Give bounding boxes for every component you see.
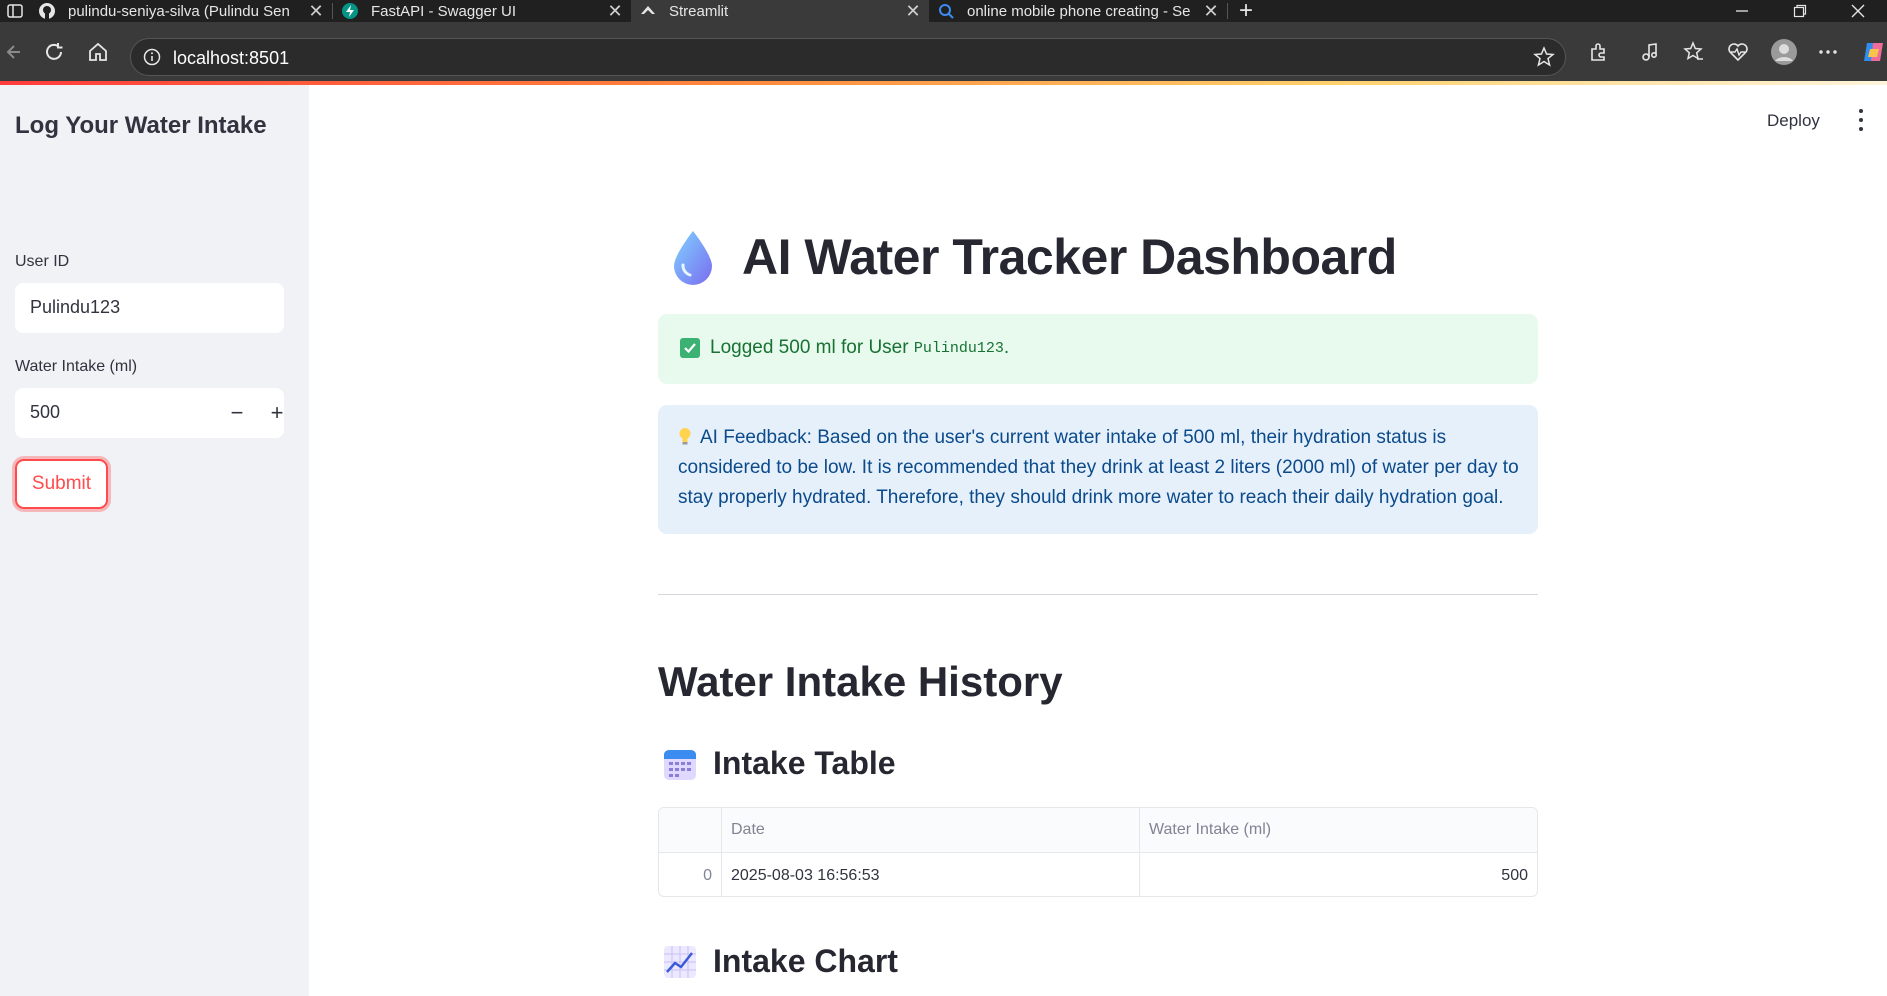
intake-table-heading: Intake Table	[663, 745, 896, 782]
restore-icon[interactable]	[1771, 0, 1829, 22]
close-icon[interactable]: ✕	[607, 1, 623, 22]
water-intake-input[interactable]	[30, 402, 190, 423]
success-alert: Logged 500 ml for User Pulindu123 .	[658, 314, 1538, 384]
url-text: localhost:8501	[173, 48, 290, 68]
user-id-field[interactable]	[15, 283, 284, 333]
check-mark-icon	[680, 338, 700, 358]
browser-tab-bar: pulindu-seniya-silva (Pulindu Sen ✕ Fast…	[0, 0, 1887, 24]
close-icon[interactable]: ✕	[1203, 1, 1219, 22]
close-window-icon[interactable]	[1829, 0, 1887, 22]
browser-tab-search[interactable]: online mobile phone creating - Se ✕	[929, 0, 1227, 22]
water-drop-icon	[674, 231, 712, 285]
main-menu-icon[interactable]	[1853, 109, 1869, 131]
decrement-button[interactable]: −	[222, 398, 252, 428]
table-header-row: Date Water Intake (ml)	[659, 808, 1537, 853]
streamlit-icon	[639, 2, 657, 20]
date-cell[interactable]: 2025-08-03 16:56:53	[722, 853, 1140, 896]
water-intake-stepper[interactable]: − +	[15, 388, 284, 438]
ai-feedback-text: AI Feedback: Based on the user's current…	[678, 427, 1519, 508]
column-header-date[interactable]: Date	[722, 808, 1140, 852]
browser-toolbar: localhost:8501	[0, 22, 1887, 82]
deploy-button[interactable]: Deploy	[1767, 111, 1820, 131]
row-index: 0	[659, 853, 722, 896]
submit-button[interactable]: Submit	[15, 459, 108, 509]
tab-title: Streamlit	[669, 2, 729, 20]
window-controls	[1713, 0, 1887, 22]
site-info-icon[interactable]	[143, 48, 161, 71]
intake-cell[interactable]: 500	[1140, 853, 1537, 896]
sidebar-toggle-icon[interactable]	[0, 0, 30, 22]
page-title: AI Water Tracker Dashboard	[670, 228, 1397, 286]
success-text: Logged 500 ml for User	[710, 337, 914, 358]
user-id-code: Pulindu123	[913, 339, 1004, 357]
search-icon	[937, 2, 955, 20]
intake-table-title: Intake Table	[713, 745, 896, 781]
user-id-input[interactable]	[30, 297, 190, 318]
favorite-star-icon[interactable]	[1533, 46, 1555, 73]
browser-tab-github[interactable]: pulindu-seniya-silva (Pulindu Sen ✕	[30, 0, 332, 22]
browser-essentials-icon[interactable]	[1720, 34, 1756, 70]
tab-title: online mobile phone creating - Se	[967, 2, 1191, 20]
intake-chart-heading: Intake Chart	[663, 943, 898, 980]
github-icon	[38, 2, 56, 20]
history-heading: Water Intake History	[658, 658, 1063, 705]
profile-avatar-icon[interactable]	[1766, 34, 1802, 70]
close-icon[interactable]: ✕	[308, 1, 324, 22]
extensions-icon[interactable]	[1580, 34, 1616, 70]
chart-increasing-icon	[664, 945, 696, 978]
sidebar	[0, 85, 309, 996]
close-icon[interactable]: ✕	[905, 1, 921, 22]
column-header-index	[659, 808, 722, 852]
water-intake-label: Water Intake (ml)	[15, 358, 138, 375]
reload-icon[interactable]	[36, 34, 72, 70]
more-options-icon[interactable]	[1810, 34, 1846, 70]
intake-table[interactable]: Date Water Intake (ml) 0 2025-08-03 16:5…	[658, 807, 1538, 897]
intake-chart-title: Intake Chart	[713, 943, 898, 979]
success-text-end: .	[1003, 337, 1010, 358]
tab-title: FastAPI - Swagger UI	[371, 2, 517, 20]
page-title-text: AI Water Tracker Dashboard	[742, 229, 1397, 285]
increment-button[interactable]: +	[262, 398, 292, 428]
read-aloud-icon[interactable]	[1632, 34, 1668, 70]
sidebar-title: Log Your Water Intake	[15, 112, 267, 139]
tab-title: pulindu-seniya-silva (Pulindu Sen	[68, 2, 290, 20]
home-icon[interactable]	[80, 34, 116, 70]
address-bar[interactable]: localhost:8501	[130, 38, 1566, 76]
calendar-icon	[664, 749, 696, 780]
table-row[interactable]: 0 2025-08-03 16:56:53 500	[659, 853, 1537, 896]
fastapi-icon	[341, 2, 359, 20]
browser-tab-streamlit[interactable]: Streamlit ✕	[631, 0, 929, 22]
browser-tab-fastapi[interactable]: FastAPI - Swagger UI ✕	[333, 0, 631, 22]
light-bulb-icon	[679, 428, 691, 445]
divider	[658, 594, 1538, 595]
minimize-icon[interactable]	[1713, 0, 1771, 22]
column-header-intake[interactable]: Water Intake (ml)	[1140, 808, 1537, 852]
user-id-label: User ID	[15, 253, 70, 270]
copilot-icon[interactable]	[1856, 34, 1887, 70]
favorites-icon[interactable]	[1676, 34, 1712, 70]
ai-feedback-alert: AI Feedback: Based on the user's current…	[658, 405, 1538, 534]
new-tab-button[interactable]: +	[1228, 0, 1264, 24]
back-icon[interactable]	[0, 34, 30, 70]
